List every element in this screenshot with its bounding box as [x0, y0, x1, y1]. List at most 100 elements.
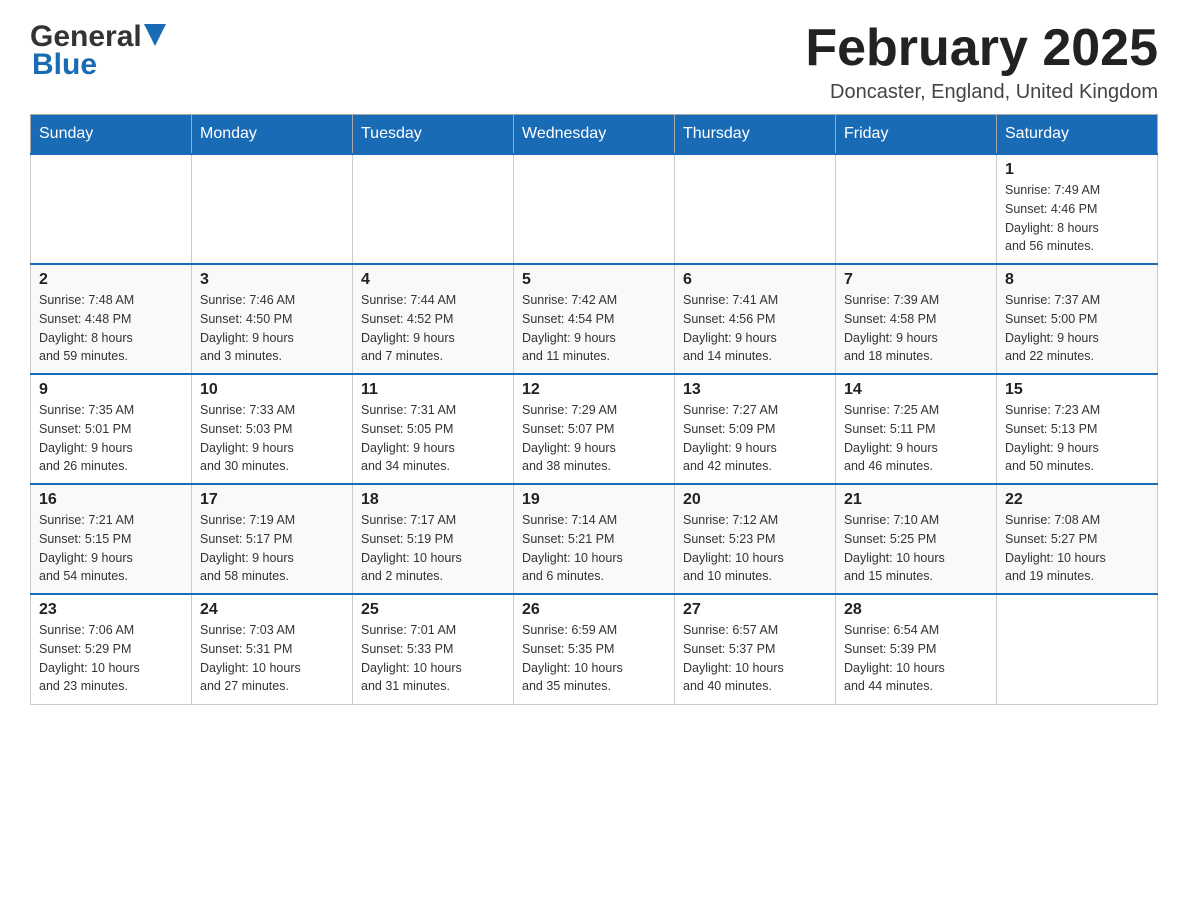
day-number: 3 [200, 271, 344, 289]
calendar-cell-w2-d3: 4 Sunrise: 7:44 AM Sunset: 4:52 PM Daylig… [353, 264, 514, 374]
month-title: February 2025 [805, 20, 1158, 77]
day-number: 20 [683, 491, 827, 509]
week-row-3: 9 Sunrise: 7:35 AM Sunset: 5:01 PM Daylig… [31, 374, 1158, 484]
calendar-cell-w3-d7: 15 Sunrise: 7:23 AM Sunset: 5:13 PM Dayli… [997, 374, 1158, 484]
calendar-cell-w2-d7: 8 Sunrise: 7:37 AM Sunset: 5:00 PM Daylig… [997, 264, 1158, 374]
calendar-cell-w4-d5: 20 Sunrise: 7:12 AM Sunset: 5:23 PM Dayli… [675, 484, 836, 594]
day-number: 27 [683, 601, 827, 619]
calendar-cell-w1-d1 [31, 154, 192, 264]
day-info: Sunrise: 6:59 AM Sunset: 5:35 PM Dayligh… [522, 621, 666, 696]
day-info: Sunrise: 7:08 AM Sunset: 5:27 PM Dayligh… [1005, 511, 1149, 586]
calendar-cell-w1-d3 [353, 154, 514, 264]
calendar-cell-w5-d6: 28 Sunrise: 6:54 AM Sunset: 5:39 PM Dayli… [836, 594, 997, 704]
day-info: Sunrise: 7:17 AM Sunset: 5:19 PM Dayligh… [361, 511, 505, 586]
day-info: Sunrise: 7:21 AM Sunset: 5:15 PM Dayligh… [39, 511, 183, 586]
day-info: Sunrise: 7:01 AM Sunset: 5:33 PM Dayligh… [361, 621, 505, 696]
day-info: Sunrise: 7:42 AM Sunset: 4:54 PM Dayligh… [522, 291, 666, 366]
day-info: Sunrise: 7:39 AM Sunset: 4:58 PM Dayligh… [844, 291, 988, 366]
day-number: 12 [522, 381, 666, 399]
day-info: Sunrise: 7:27 AM Sunset: 5:09 PM Dayligh… [683, 401, 827, 476]
logo: General Blue [30, 20, 166, 82]
calendar-cell-w4-d2: 17 Sunrise: 7:19 AM Sunset: 5:17 PM Dayli… [192, 484, 353, 594]
day-info: Sunrise: 7:37 AM Sunset: 5:00 PM Dayligh… [1005, 291, 1149, 366]
day-info: Sunrise: 7:23 AM Sunset: 5:13 PM Dayligh… [1005, 401, 1149, 476]
day-info: Sunrise: 7:12 AM Sunset: 5:23 PM Dayligh… [683, 511, 827, 586]
day-info: Sunrise: 7:25 AM Sunset: 5:11 PM Dayligh… [844, 401, 988, 476]
day-info: Sunrise: 7:10 AM Sunset: 5:25 PM Dayligh… [844, 511, 988, 586]
logo-triangle-icon [144, 24, 166, 46]
week-row-5: 23Sunrise: 7:06 AM Sunset: 5:29 PM Dayli… [31, 594, 1158, 704]
col-sunday: Sunday [31, 115, 192, 155]
calendar-cell-w4-d3: 18 Sunrise: 7:17 AM Sunset: 5:19 PM Dayli… [353, 484, 514, 594]
day-number: 13 [683, 381, 827, 399]
day-number: 14 [844, 381, 988, 399]
day-info: Sunrise: 7:49 AM Sunset: 4:46 PM Dayligh… [1005, 181, 1149, 256]
day-info: Sunrise: 7:31 AM Sunset: 5:05 PM Dayligh… [361, 401, 505, 476]
calendar-cell-w4-d6: 21 Sunrise: 7:10 AM Sunset: 5:25 PM Dayli… [836, 484, 997, 594]
calendar-cell-w5-d5: 27 Sunrise: 6:57 AM Sunset: 5:37 PM Dayli… [675, 594, 836, 704]
location-subtitle: Doncaster, England, United Kingdom [805, 81, 1158, 104]
calendar-cell-w3-d4: 12 Sunrise: 7:29 AM Sunset: 5:07 PM Dayli… [514, 374, 675, 484]
calendar-cell-w3-d6: 14 Sunrise: 7:25 AM Sunset: 5:11 PM Dayli… [836, 374, 997, 484]
calendar-cell-w1-d2 [192, 154, 353, 264]
day-info: Sunrise: 7:41 AM Sunset: 4:56 PM Dayligh… [683, 291, 827, 366]
day-info: Sunrise: 7:33 AM Sunset: 5:03 PM Dayligh… [200, 401, 344, 476]
day-info: Sunrise: 7:35 AM Sunset: 5:01 PM Dayligh… [39, 401, 183, 476]
week-row-2: 2Sunrise: 7:48 AM Sunset: 4:48 PM Daylig… [31, 264, 1158, 374]
calendar-cell-w5-d1: 23Sunrise: 7:06 AM Sunset: 5:29 PM Dayli… [31, 594, 192, 704]
day-info: Sunrise: 7:44 AM Sunset: 4:52 PM Dayligh… [361, 291, 505, 366]
day-number: 8 [1005, 271, 1149, 289]
calendar-cell-w2-d5: 6Sunrise: 7:41 AM Sunset: 4:56 PM Daylig… [675, 264, 836, 374]
title-area: February 2025 Doncaster, England, United… [805, 20, 1158, 104]
calendar-cell-w4-d7: 22 Sunrise: 7:08 AM Sunset: 5:27 PM Dayli… [997, 484, 1158, 594]
day-number: 21 [844, 491, 988, 509]
day-number: 4 [361, 271, 505, 289]
calendar-cell-w1-d5 [675, 154, 836, 264]
day-info: Sunrise: 7:14 AM Sunset: 5:21 PM Dayligh… [522, 511, 666, 586]
calendar-cell-w3-d1: 9 Sunrise: 7:35 AM Sunset: 5:01 PM Daylig… [31, 374, 192, 484]
day-info: Sunrise: 7:29 AM Sunset: 5:07 PM Dayligh… [522, 401, 666, 476]
day-info: Sunrise: 7:03 AM Sunset: 5:31 PM Dayligh… [200, 621, 344, 696]
calendar-cell-w1-d7: 1 Sunrise: 7:49 AM Sunset: 4:46 PM Daylig… [997, 154, 1158, 264]
calendar-cell-w2-d2: 3 Sunrise: 7:46 AM Sunset: 4:50 PM Daylig… [192, 264, 353, 374]
day-number: 15 [1005, 381, 1149, 399]
calendar-cell-w1-d6 [836, 154, 997, 264]
day-number: 25 [361, 601, 505, 619]
day-info: Sunrise: 7:46 AM Sunset: 4:50 PM Dayligh… [200, 291, 344, 366]
day-info: Sunrise: 6:54 AM Sunset: 5:39 PM Dayligh… [844, 621, 988, 696]
calendar-cell-w2-d1: 2Sunrise: 7:48 AM Sunset: 4:48 PM Daylig… [31, 264, 192, 374]
calendar-cell-w2-d6: 7 Sunrise: 7:39 AM Sunset: 4:58 PM Daylig… [836, 264, 997, 374]
day-number: 2 [39, 271, 183, 289]
logo-blue-text: Blue [32, 48, 97, 82]
day-number: 5 [522, 271, 666, 289]
day-number: 22 [1005, 491, 1149, 509]
day-number: 11 [361, 381, 505, 399]
col-thursday: Thursday [675, 115, 836, 155]
calendar-cell-w5-d4: 26 Sunrise: 6:59 AM Sunset: 5:35 PM Dayli… [514, 594, 675, 704]
day-number: 26 [522, 601, 666, 619]
calendar-cell-w5-d3: 25 Sunrise: 7:01 AM Sunset: 5:33 PM Dayli… [353, 594, 514, 704]
week-row-4: 16 Sunrise: 7:21 AM Sunset: 5:15 PM Dayli… [31, 484, 1158, 594]
day-number: 16 [39, 491, 183, 509]
day-number: 1 [1005, 161, 1149, 179]
col-tuesday: Tuesday [353, 115, 514, 155]
col-wednesday: Wednesday [514, 115, 675, 155]
day-number: 18 [361, 491, 505, 509]
page-header: General Blue February 2025 Doncaster, En… [30, 20, 1158, 104]
day-info: Sunrise: 6:57 AM Sunset: 5:37 PM Dayligh… [683, 621, 827, 696]
day-number: 10 [200, 381, 344, 399]
day-number: 17 [200, 491, 344, 509]
calendar-cell-w5-d2: 24Sunrise: 7:03 AM Sunset: 5:31 PM Dayli… [192, 594, 353, 704]
calendar-cell-w5-d7 [997, 594, 1158, 704]
calendar-header-row: Sunday Monday Tuesday Wednesday Thursday… [31, 115, 1158, 155]
day-number: 9 [39, 381, 183, 399]
day-info: Sunrise: 7:19 AM Sunset: 5:17 PM Dayligh… [200, 511, 344, 586]
calendar-cell-w3-d3: 11 Sunrise: 7:31 AM Sunset: 5:05 PM Dayli… [353, 374, 514, 484]
week-row-1: 1 Sunrise: 7:49 AM Sunset: 4:46 PM Daylig… [31, 154, 1158, 264]
calendar-cell-w2-d4: 5 Sunrise: 7:42 AM Sunset: 4:54 PM Daylig… [514, 264, 675, 374]
day-number: 23 [39, 601, 183, 619]
day-number: 7 [844, 271, 988, 289]
calendar-cell-w3-d2: 10 Sunrise: 7:33 AM Sunset: 5:03 PM Dayli… [192, 374, 353, 484]
calendar-cell-w4-d1: 16 Sunrise: 7:21 AM Sunset: 5:15 PM Dayli… [31, 484, 192, 594]
day-number: 28 [844, 601, 988, 619]
